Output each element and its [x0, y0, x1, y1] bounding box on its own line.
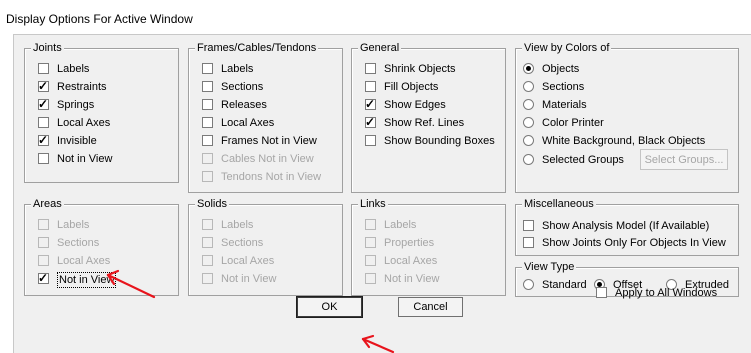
links-group: Links Labels Properties Local Axes Not i…	[351, 198, 506, 296]
dialog-body: Joints Labels ✓ Restraints ✓ Springs Local…	[13, 34, 751, 353]
miscellaneous-group-label: Miscellaneous	[522, 198, 596, 211]
select-groups-button[interactable]: Select Groups...	[640, 149, 728, 170]
window-title: Display Options For Active Window	[6, 12, 193, 26]
view-by-colors-group-label: View by Colors of	[522, 42, 612, 55]
joints-group: Joints Labels ✓ Restraints ✓ Springs Local…	[24, 42, 179, 183]
view-by-colors-group: View by Colors of Objects Sections Mater…	[515, 42, 739, 193]
view-type-group-label: View Type	[522, 261, 577, 274]
areas-group-label: Areas	[31, 198, 64, 211]
solids-group: Solids Labels Sections Local Axes Not in…	[188, 198, 343, 296]
links-group-label: Links	[358, 198, 388, 211]
ok-button[interactable]: OK	[296, 296, 363, 318]
miscellaneous-group: Miscellaneous Show Analysis Model (If Av…	[515, 198, 739, 256]
cancel-button[interactable]: Cancel	[398, 297, 463, 317]
general-group-label: General	[358, 42, 402, 55]
frames-group-label: Frames/Cables/Tendons	[195, 42, 319, 55]
joints-group-label: Joints	[31, 42, 64, 55]
solids-group-label: Solids	[195, 198, 229, 211]
frames-group: Frames/Cables/Tendons Labels Sections Re…	[188, 42, 343, 193]
title-bar: Display Options For Active Window	[0, 0, 751, 34]
general-group: General Shrink Objects Fill Objects ✓ Sho…	[351, 42, 506, 193]
areas-group: Areas Labels Sections Local Axes ✓ Not in…	[24, 198, 179, 296]
